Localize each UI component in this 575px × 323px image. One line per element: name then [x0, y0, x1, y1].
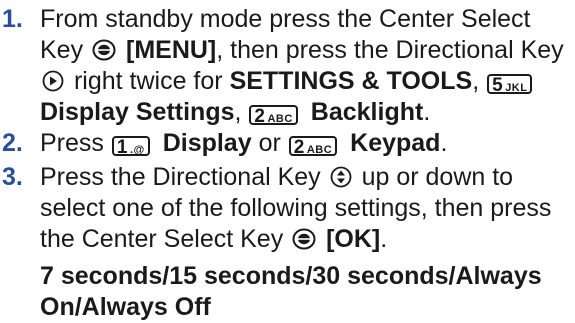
key-1-icon: 1 .@: [111, 136, 150, 157]
step-text: Press: [40, 129, 104, 157]
keypad-label: Keypad: [350, 129, 441, 157]
backlight-label: Backlight: [310, 98, 424, 126]
step-text: .: [440, 129, 448, 157]
step-text: the Center Select Key: [40, 225, 284, 253]
step-text: .: [423, 98, 431, 126]
key-2-icon: 2 ABC: [288, 136, 338, 157]
step-number: 1.: [2, 5, 23, 33]
key-5-icon: 5 JKL: [487, 74, 533, 95]
step-text: right twice for: [73, 67, 223, 95]
options-list: On/Always Off: [40, 293, 211, 321]
step-text: , then press the Directional Key: [216, 36, 564, 64]
step-text: ,: [234, 98, 242, 126]
ok-label: [OK]: [326, 225, 381, 253]
options-list: 7 seconds/15 seconds/30 seconds/Always: [40, 262, 542, 290]
settings-tools-label: SETTINGS & TOOLS: [229, 67, 473, 95]
step-number: 2.: [2, 129, 23, 157]
directional-key-right-icon: [42, 69, 64, 99]
step-text: select one of the following settings, th…: [40, 194, 552, 222]
menu-label: [MENU]: [126, 36, 217, 64]
instruction-page: 1. From standby mode press the Center Se…: [0, 0, 575, 321]
step-number: 3.: [2, 163, 23, 191]
step-text: ,: [472, 67, 480, 95]
step-body: Press the Directional Key up or down to …: [40, 162, 570, 323]
center-select-key-icon: [292, 227, 316, 257]
directional-key-updown-icon: [330, 165, 352, 195]
display-settings-label: Display Settings: [40, 98, 235, 126]
display-label: Display: [162, 129, 252, 157]
step-text: or: [258, 129, 281, 157]
center-select-key-icon: [92, 38, 116, 68]
step-text: .: [380, 225, 388, 253]
step-body: From standby mode press the Center Selec…: [40, 4, 570, 128]
step-body: Press 1 .@ Display or 2 ABC Keypad.: [40, 128, 570, 159]
step-text: up or down to: [361, 163, 514, 191]
key-2-icon: 2 ABC: [249, 105, 298, 126]
step-text: From standby mode press the Center Selec…: [40, 5, 531, 33]
step-text: Key: [40, 36, 84, 64]
step-text: Press the Directional Key: [40, 163, 321, 191]
